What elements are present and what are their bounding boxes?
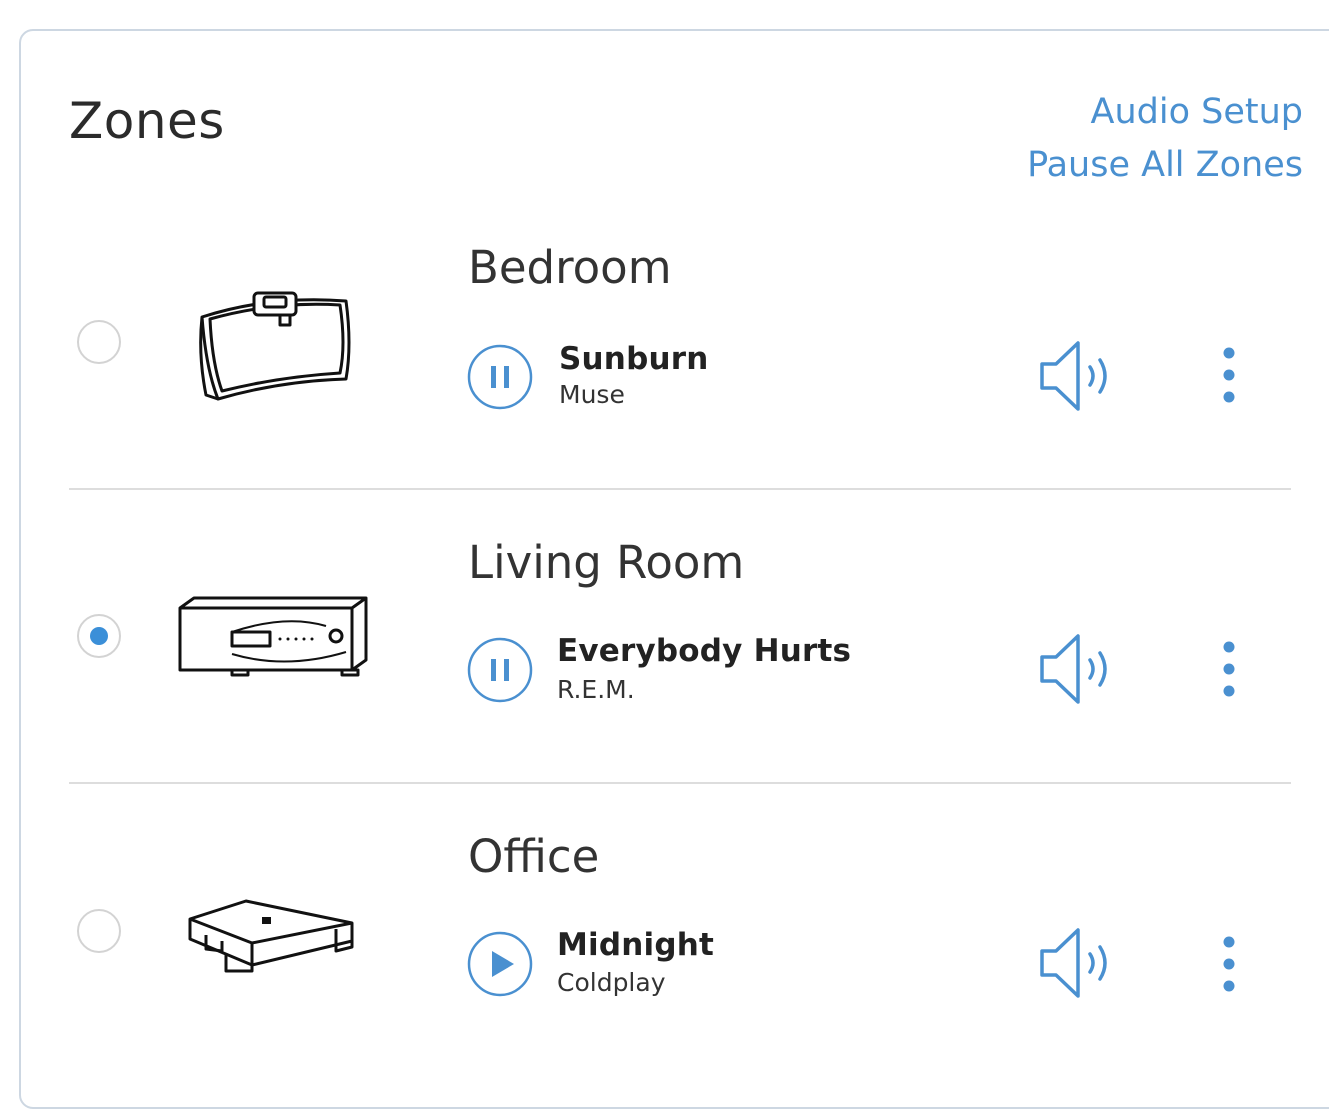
- zone-divider: [69, 488, 1291, 490]
- zone-row-office[interactable]: Office Midnight Coldplay: [0, 0, 1329, 998]
- streaming-box-icon: [186, 895, 358, 981]
- track-title: Midnight: [557, 927, 715, 963]
- track-title: Sunburn: [559, 341, 709, 377]
- pause-button[interactable]: [467, 344, 533, 410]
- volume-icon[interactable]: [1038, 925, 1118, 1001]
- zone-divider: [69, 782, 1291, 784]
- zone-select-radio[interactable]: [77, 320, 121, 364]
- track-artist: R.E.M.: [557, 675, 635, 704]
- zone-name: Office: [468, 830, 600, 883]
- more-options-icon[interactable]: [1216, 639, 1242, 699]
- play-button[interactable]: [467, 931, 533, 997]
- more-options-icon[interactable]: [1216, 345, 1242, 405]
- zone-select-radio-checked[interactable]: [77, 614, 121, 658]
- zone-select-radio[interactable]: [77, 909, 121, 953]
- zone-name: Living Room: [468, 536, 745, 589]
- wireless-speaker-icon: [170, 285, 360, 414]
- track-artist: Coldplay: [557, 968, 666, 997]
- track-title: Everybody Hurts: [557, 633, 852, 669]
- av-receiver-icon: [176, 592, 372, 682]
- more-options-icon[interactable]: [1216, 934, 1242, 994]
- volume-icon[interactable]: [1038, 631, 1118, 707]
- track-artist: Muse: [559, 380, 625, 409]
- volume-icon[interactable]: [1038, 338, 1118, 414]
- pause-button[interactable]: [467, 637, 533, 703]
